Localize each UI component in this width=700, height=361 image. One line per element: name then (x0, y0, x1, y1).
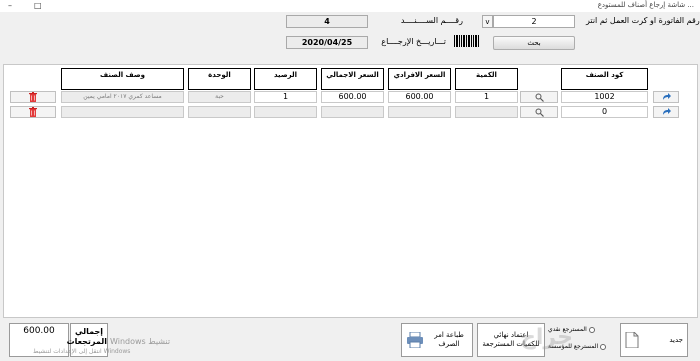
delete-row-button[interactable] (10, 91, 56, 103)
column-header-unit-price: السعر الافرادي (388, 68, 451, 90)
new-document-icon (625, 332, 639, 348)
activation-watermark: تنشيط Windows (110, 337, 171, 346)
radio-circle (588, 326, 595, 333)
new-record-label: جديد (669, 336, 683, 344)
column-header-total-price: السعر الاجمالي (321, 68, 384, 90)
print-order-label: طباعة امر الصرف (434, 331, 464, 348)
table-row-item-code[interactable]: 0 (561, 106, 648, 118)
column-header-balance: الرصيد (254, 68, 317, 90)
table-row-unit-price (388, 106, 451, 118)
redo-arrow-icon (663, 108, 671, 115)
invoice-number-input[interactable]: 2 (493, 15, 575, 28)
redo-arrow-icon (663, 93, 671, 100)
search-button[interactable]: بحث (493, 36, 575, 50)
barcode-icon[interactable] (454, 35, 480, 47)
table-row-quantity[interactable]: 1 (455, 91, 518, 103)
maximize-button[interactable]: □ (34, 1, 42, 10)
title-bar: – □ ... شاشة إرجاع أصناف للمستودع (0, 0, 700, 12)
column-header-item-code: كود الصنف (561, 68, 648, 90)
printer-icon (407, 332, 423, 348)
window-title: ... شاشة إرجاع أصناف للمستودع (597, 1, 694, 9)
return-date-label: تـــاريـــخ الإرجــــاع (381, 37, 446, 46)
table-row-go-button[interactable] (653, 106, 679, 118)
table-row-description: مساعد كمري ٢٠١٧ امامي يمين (61, 91, 184, 103)
serial-number-label: رقــــم الســــنــــد (400, 16, 463, 25)
table-row-unit (188, 106, 251, 118)
table-row-quantity[interactable] (455, 106, 518, 118)
table-row-total-price: 600.00 (321, 91, 384, 103)
radio-circle (600, 343, 607, 350)
table-row-total-price (321, 106, 384, 118)
table-row-balance: 1 (254, 91, 317, 103)
column-header-unit: الوحدة (188, 68, 251, 90)
invoice-dropdown-arrow[interactable]: v (482, 15, 493, 28)
table-row-item-code[interactable]: 1002 (561, 91, 648, 103)
table-row-description (61, 106, 184, 118)
print-order-button[interactable]: طباعة امر الصرف (401, 323, 473, 357)
invoice-prompt-label: ادخل رقم الفاتورة او كرت العمل ثم انتر (586, 16, 700, 25)
magnifier-icon (535, 93, 544, 102)
haraj-logo-watermark: حراج (520, 325, 573, 350)
item-lookup-button[interactable] (520, 91, 558, 103)
magnifier-icon (535, 108, 544, 117)
return-date-field: 2020/04/25 (286, 36, 368, 49)
table-row-go-button[interactable] (653, 91, 679, 103)
column-header-description: وصف الصنف (61, 68, 184, 90)
table-row-balance (254, 106, 317, 118)
delete-row-button[interactable] (10, 106, 56, 118)
table-row-unit-price: 600.00 (388, 91, 451, 103)
trash-icon (29, 92, 37, 102)
column-header-quantity: الكمية (455, 68, 518, 90)
serial-number-field: 4 (286, 15, 368, 28)
minimize-button[interactable]: – (8, 1, 12, 10)
table-row-unit: حبة (188, 91, 251, 103)
activation-watermark-subtext: انتقل إلى الإعدادات لتنشيط Windows (33, 348, 131, 355)
new-record-button[interactable]: جديد (620, 323, 688, 357)
item-lookup-button[interactable] (520, 106, 558, 118)
trash-icon (29, 107, 37, 117)
